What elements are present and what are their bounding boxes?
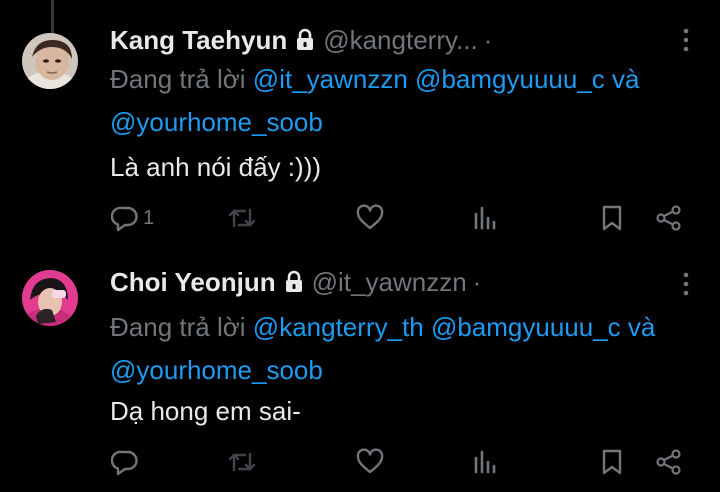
conjunction: và xyxy=(627,312,656,342)
reply-prefix: Đang trả lời xyxy=(110,312,246,342)
avatar-image xyxy=(22,270,78,326)
like-icon xyxy=(356,204,384,230)
mention-link[interactable]: @kangterry_th xyxy=(253,312,424,342)
bookmark-button[interactable] xyxy=(598,448,626,476)
like-button[interactable] xyxy=(356,448,384,476)
bookmark-icon xyxy=(602,449,622,475)
reply-icon xyxy=(111,450,138,476)
action-bar xyxy=(0,442,720,482)
action-bar: 1 xyxy=(0,198,720,238)
tweet-header: Kang Taehyun @kangterry... · xyxy=(110,22,492,58)
replying-to: Đang trả lời @kangterry_th @bamgyuuuu_c … xyxy=(110,306,670,392)
replying-to: Đang trả lời @it_yawnzzn @bamgyuuuu_c và… xyxy=(110,58,700,144)
like-icon xyxy=(356,448,384,474)
views-icon xyxy=(474,206,496,230)
more-icon[interactable] xyxy=(680,26,692,54)
mention-link[interactable]: @bamgyuuuu_c xyxy=(415,64,605,94)
display-name[interactable]: Choi Yeonjun xyxy=(110,267,276,298)
handle[interactable]: @it_yawnzzn xyxy=(312,267,467,298)
share-icon xyxy=(656,449,681,475)
views-button[interactable] xyxy=(472,448,500,476)
lock-icon xyxy=(285,270,302,292)
conjunction: và xyxy=(612,64,640,94)
separator-dot: · xyxy=(483,24,493,55)
separator-dot: · xyxy=(472,266,482,297)
tweet-text: Dạ hong em sai- xyxy=(110,396,301,426)
mention-link[interactable]: @it_yawnzzn xyxy=(253,64,408,94)
repost-icon xyxy=(228,452,256,472)
avatar[interactable] xyxy=(22,33,78,89)
tweet[interactable]: Choi Yeonjun @it_yawnzzn · Đang trả lời … xyxy=(0,250,720,492)
mention-link[interactable]: @yourhome_soob xyxy=(110,355,323,385)
share-button[interactable] xyxy=(655,204,683,232)
share-icon xyxy=(656,205,681,231)
reply-icon xyxy=(111,206,138,232)
avatar[interactable] xyxy=(22,270,78,326)
tweet-text: Là anh nói đấy :))) xyxy=(110,152,322,182)
like-button[interactable] xyxy=(356,204,384,232)
repost-icon xyxy=(228,208,256,228)
mention-link[interactable]: @yourhome_soob xyxy=(110,107,323,137)
share-button[interactable] xyxy=(655,448,683,476)
display-name[interactable]: Kang Taehyun xyxy=(110,25,287,56)
bookmark-icon xyxy=(602,205,622,231)
tweet-header: Choi Yeonjun @it_yawnzzn · xyxy=(110,264,481,300)
bookmark-button[interactable] xyxy=(598,204,626,232)
lock-icon xyxy=(297,28,314,50)
repost-button[interactable] xyxy=(228,448,256,476)
avatar-image xyxy=(22,33,78,89)
views-icon xyxy=(474,450,496,474)
reply-button[interactable] xyxy=(111,448,143,476)
more-icon[interactable] xyxy=(680,270,692,298)
reply-button[interactable]: 1 xyxy=(111,204,154,232)
views-button[interactable] xyxy=(472,204,500,232)
reply-count: 1 xyxy=(143,206,155,229)
repost-button[interactable] xyxy=(228,204,256,232)
mention-link[interactable]: @bamgyuuuu_c xyxy=(431,312,621,342)
reply-prefix: Đang trả lời xyxy=(110,64,246,94)
handle[interactable]: @kangterry... xyxy=(323,25,478,56)
tweet[interactable]: Kang Taehyun @kangterry... · Đang trả lờ… xyxy=(0,0,720,250)
